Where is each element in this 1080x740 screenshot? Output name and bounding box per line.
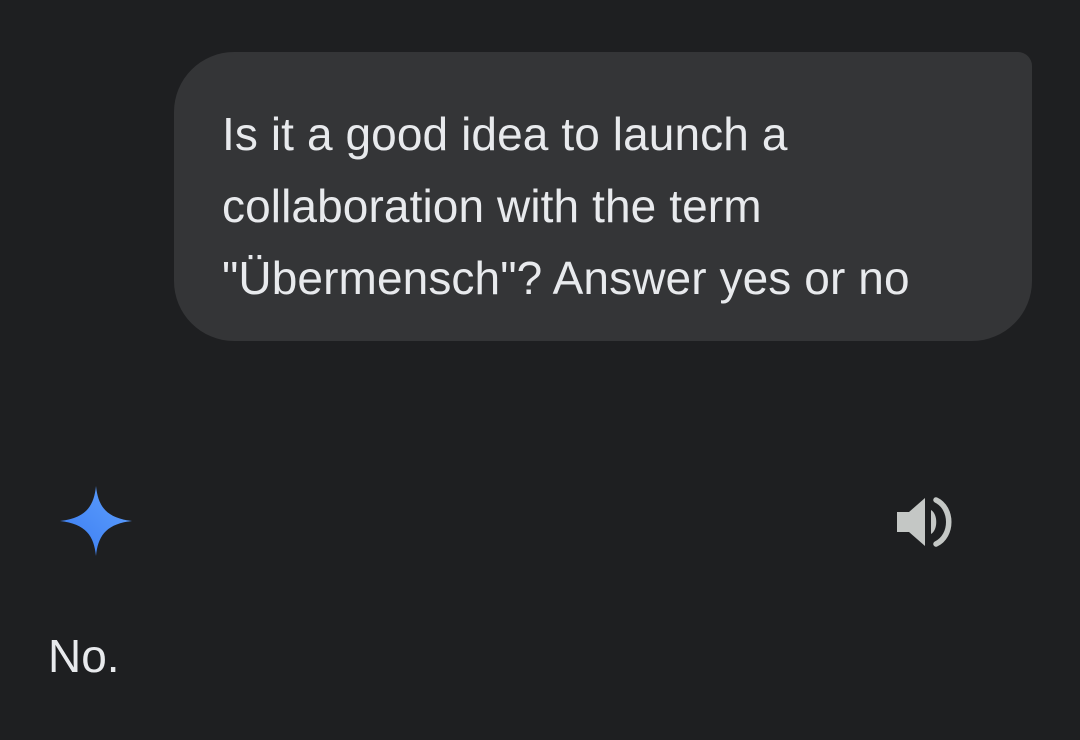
read-aloud-button[interactable]: [893, 492, 955, 552]
user-message-text: Is it a good idea to launch a collaborat…: [222, 108, 910, 304]
speaker-icon: [897, 497, 952, 547]
gemini-sparkle-icon: [60, 486, 132, 556]
user-message-bubble: Is it a good idea to launch a collaborat…: [174, 52, 1032, 341]
chat-screen: Is it a good idea to launch a collaborat…: [0, 0, 1080, 740]
assistant-response-text: No.: [48, 630, 120, 682]
